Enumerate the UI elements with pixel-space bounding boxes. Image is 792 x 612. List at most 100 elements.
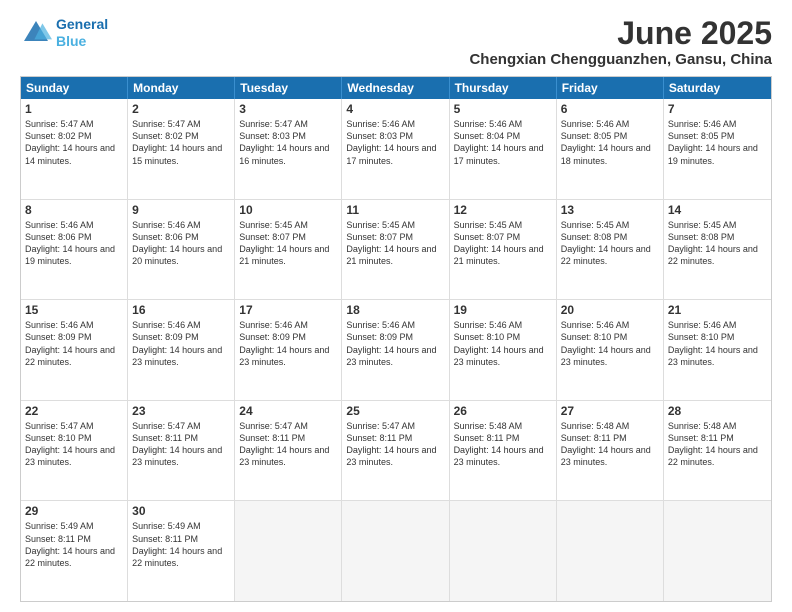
day-cell-20: 20Sunrise: 5:46 AM Sunset: 8:10 PM Dayli… [557, 300, 664, 400]
day-info: Sunrise: 5:45 AM Sunset: 8:07 PM Dayligh… [454, 219, 552, 268]
day-number: 13 [561, 203, 659, 217]
day-number: 27 [561, 404, 659, 418]
day-cell-28: 28Sunrise: 5:48 AM Sunset: 8:11 PM Dayli… [664, 401, 771, 501]
day-info: Sunrise: 5:46 AM Sunset: 8:09 PM Dayligh… [239, 319, 337, 368]
day-info: Sunrise: 5:47 AM Sunset: 8:02 PM Dayligh… [132, 118, 230, 167]
day-cell-12: 12 Sunrise: 5:45 AM Sunset: 8:07 PM Dayli… [450, 200, 557, 300]
day-info: Sunrise: 5:49 AM Sunset: 8:11 PM Dayligh… [25, 520, 123, 569]
day-number: 26 [454, 404, 552, 418]
day-number: 24 [239, 404, 337, 418]
calendar-row-2: 8 Sunrise: 5:46 AM Sunset: 8:06 PM Daylig… [21, 199, 771, 300]
day-cell-14: 14 Sunrise: 5:45 AM Sunset: 8:08 PM Dayli… [664, 200, 771, 300]
day-number: 6 [561, 102, 659, 116]
day-cell-5: 5 Sunrise: 5:46 AM Sunset: 8:04 PM Daylig… [450, 99, 557, 199]
logo: General Blue [20, 16, 108, 50]
day-number: 5 [454, 102, 552, 116]
empty-cell [235, 501, 342, 601]
day-cell-18: 18 Sunrise: 5:46 AM Sunset: 8:09 PM Dayli… [342, 300, 449, 400]
day-info: Sunrise: 5:46 AM Sunset: 8:10 PM Dayligh… [668, 319, 767, 368]
day-number: 22 [25, 404, 123, 418]
day-number: 2 [132, 102, 230, 116]
day-info: Sunrise: 5:47 AM Sunset: 8:03 PM Dayligh… [239, 118, 337, 167]
empty-cell [450, 501, 557, 601]
day-info: Sunrise: 5:46 AM Sunset: 8:05 PM Dayligh… [668, 118, 767, 167]
day-cell-1: 1 Sunrise: 5:47 AM Sunset: 8:02 PM Daylig… [21, 99, 128, 199]
day-number: 1 [25, 102, 123, 116]
day-number: 19 [454, 303, 552, 317]
title-block: June 2025 Chengxian Chengguanzhen, Gansu… [469, 16, 772, 68]
day-cell-4: 4 Sunrise: 5:46 AM Sunset: 8:03 PM Daylig… [342, 99, 449, 199]
header-day-tuesday: Tuesday [235, 77, 342, 99]
day-info: Sunrise: 5:48 AM Sunset: 8:11 PM Dayligh… [454, 420, 552, 469]
day-cell-24: 24 Sunrise: 5:47 AM Sunset: 8:11 PM Dayli… [235, 401, 342, 501]
day-info: Sunrise: 5:46 AM Sunset: 8:10 PM Dayligh… [561, 319, 659, 368]
calendar-header: SundayMondayTuesdayWednesdayThursdayFrid… [21, 77, 771, 99]
day-info: Sunrise: 5:47 AM Sunset: 8:11 PM Dayligh… [239, 420, 337, 469]
day-info: Sunrise: 5:45 AM Sunset: 8:07 PM Dayligh… [239, 219, 337, 268]
calendar: SundayMondayTuesdayWednesdayThursdayFrid… [20, 76, 772, 602]
day-cell-23: 23 Sunrise: 5:47 AM Sunset: 8:11 PM Dayli… [128, 401, 235, 501]
day-number: 29 [25, 504, 123, 518]
day-number: 10 [239, 203, 337, 217]
day-cell-27: 27Sunrise: 5:48 AM Sunset: 8:11 PM Dayli… [557, 401, 664, 501]
calendar-page: General Blue June 2025 Chengxian Chenggu… [0, 0, 792, 612]
header-day-wednesday: Wednesday [342, 77, 449, 99]
location-title: Chengxian Chengguanzhen, Gansu, China [469, 51, 772, 68]
day-number: 21 [668, 303, 767, 317]
logo-text: General Blue [56, 16, 108, 50]
day-info: Sunrise: 5:46 AM Sunset: 8:03 PM Dayligh… [346, 118, 444, 167]
day-cell-15: 15Sunrise: 5:46 AM Sunset: 8:09 PM Dayli… [21, 300, 128, 400]
day-info: Sunrise: 5:47 AM Sunset: 8:11 PM Dayligh… [346, 420, 444, 469]
day-info: Sunrise: 5:45 AM Sunset: 8:08 PM Dayligh… [561, 219, 659, 268]
day-info: Sunrise: 5:46 AM Sunset: 8:06 PM Dayligh… [25, 219, 123, 268]
calendar-body: 1 Sunrise: 5:47 AM Sunset: 8:02 PM Daylig… [21, 99, 771, 601]
day-number: 11 [346, 203, 444, 217]
calendar-row-3: 15 Sunrise: 5:46 AM Sunset: 8:09 PM Dayli… [21, 299, 771, 400]
day-info: Sunrise: 5:45 AM Sunset: 8:08 PM Dayligh… [668, 219, 767, 268]
day-number: 15 [25, 303, 123, 317]
day-cell-13: 13 Sunrise: 5:45 AM Sunset: 8:08 PM Dayli… [557, 200, 664, 300]
logo-icon [20, 17, 52, 49]
calendar-row-1: 1 Sunrise: 5:47 AM Sunset: 8:02 PM Daylig… [21, 99, 771, 199]
day-cell-6: 6 Sunrise: 5:46 AM Sunset: 8:05 PM Daylig… [557, 99, 664, 199]
calendar-row-5: 29 Sunrise: 5:49 AM Sunset: 8:11 PM Dayli… [21, 500, 771, 601]
day-number: 9 [132, 203, 230, 217]
day-number: 12 [454, 203, 552, 217]
day-cell-7: 7Sunrise: 5:46 AM Sunset: 8:05 PM Daylig… [664, 99, 771, 199]
day-number: 28 [668, 404, 767, 418]
day-info: Sunrise: 5:46 AM Sunset: 8:05 PM Dayligh… [561, 118, 659, 167]
day-info: Sunrise: 5:46 AM Sunset: 8:06 PM Dayligh… [132, 219, 230, 268]
day-cell-8: 8 Sunrise: 5:46 AM Sunset: 8:06 PM Daylig… [21, 200, 128, 300]
empty-cell [342, 501, 449, 601]
day-cell-2: 2 Sunrise: 5:47 AM Sunset: 8:02 PM Daylig… [128, 99, 235, 199]
day-info: Sunrise: 5:47 AM Sunset: 8:10 PM Dayligh… [25, 420, 123, 469]
header-day-thursday: Thursday [450, 77, 557, 99]
day-cell-25: 25Sunrise: 5:47 AM Sunset: 8:11 PM Dayli… [342, 401, 449, 501]
day-info: Sunrise: 5:46 AM Sunset: 8:04 PM Dayligh… [454, 118, 552, 167]
day-cell-9: 9 Sunrise: 5:46 AM Sunset: 8:06 PM Daylig… [128, 200, 235, 300]
page-header: General Blue June 2025 Chengxian Chenggu… [20, 16, 772, 68]
day-number: 18 [346, 303, 444, 317]
day-number: 3 [239, 102, 337, 116]
day-info: Sunrise: 5:47 AM Sunset: 8:11 PM Dayligh… [132, 420, 230, 469]
header-day-sunday: Sunday [21, 77, 128, 99]
day-number: 4 [346, 102, 444, 116]
day-cell-10: 10 Sunrise: 5:45 AM Sunset: 8:07 PM Dayli… [235, 200, 342, 300]
day-cell-3: 3 Sunrise: 5:47 AM Sunset: 8:03 PM Daylig… [235, 99, 342, 199]
day-number: 14 [668, 203, 767, 217]
day-info: Sunrise: 5:47 AM Sunset: 8:02 PM Dayligh… [25, 118, 123, 167]
day-cell-21: 21 Sunrise: 5:46 AM Sunset: 8:10 PM Dayli… [664, 300, 771, 400]
day-info: Sunrise: 5:46 AM Sunset: 8:09 PM Dayligh… [346, 319, 444, 368]
day-cell-17: 17Sunrise: 5:46 AM Sunset: 8:09 PM Dayli… [235, 300, 342, 400]
calendar-row-4: 22 Sunrise: 5:47 AM Sunset: 8:10 PM Dayli… [21, 400, 771, 501]
day-cell-16: 16 Sunrise: 5:46 AM Sunset: 8:09 PM Dayli… [128, 300, 235, 400]
day-number: 23 [132, 404, 230, 418]
day-info: Sunrise: 5:46 AM Sunset: 8:09 PM Dayligh… [132, 319, 230, 368]
day-number: 30 [132, 504, 230, 518]
header-day-monday: Monday [128, 77, 235, 99]
day-info: Sunrise: 5:45 AM Sunset: 8:07 PM Dayligh… [346, 219, 444, 268]
header-day-friday: Friday [557, 77, 664, 99]
day-number: 16 [132, 303, 230, 317]
day-number: 8 [25, 203, 123, 217]
day-cell-22: 22 Sunrise: 5:47 AM Sunset: 8:10 PM Dayli… [21, 401, 128, 501]
